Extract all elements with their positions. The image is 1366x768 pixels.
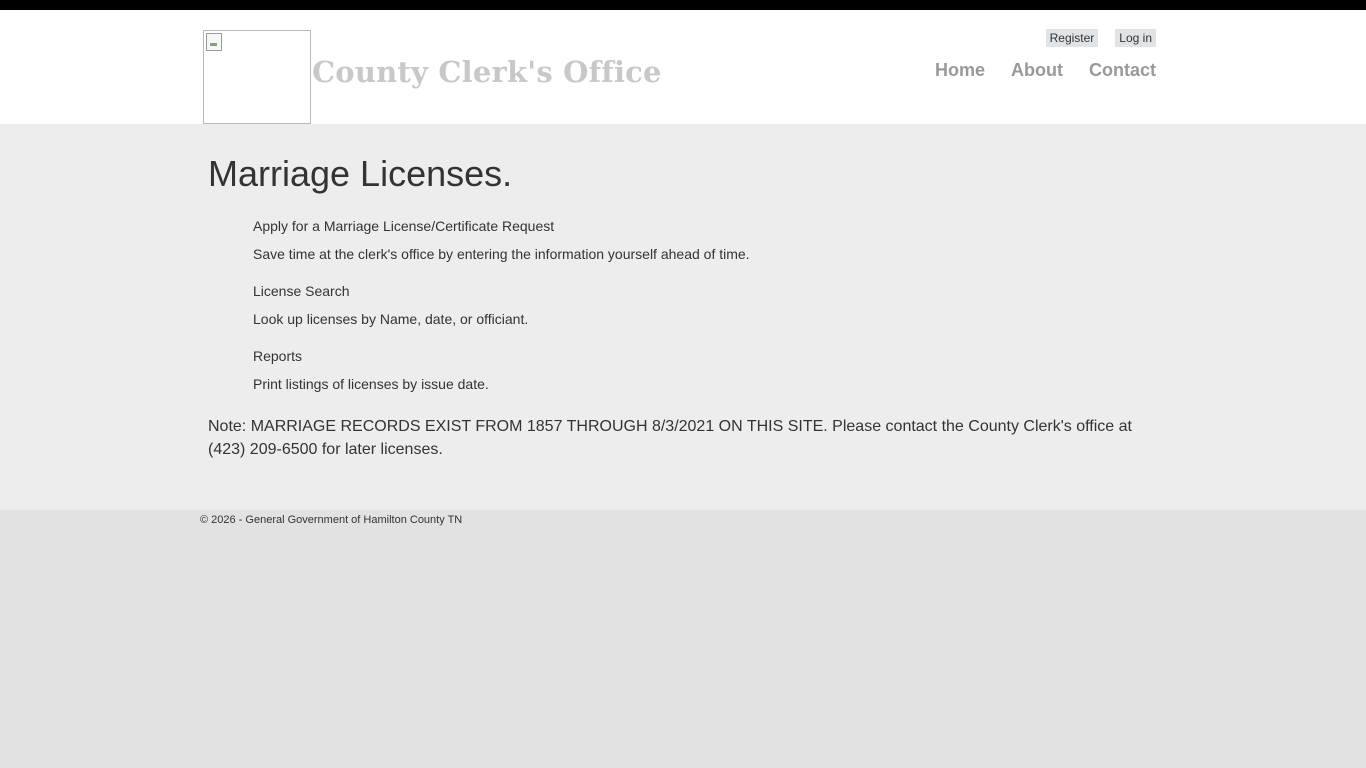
site-title[interactable]: County Clerk's Office (312, 55, 662, 89)
site-footer: © 2026 - General Government of Hamilton … (0, 510, 1366, 526)
main-content: Marriage Licenses. Apply for a Marriage … (0, 124, 1366, 510)
license-search-link[interactable]: License Search (253, 283, 1148, 300)
login-links: Register Log in (1045, 29, 1156, 47)
content-container: Marriage Licenses. Apply for a Marriage … (208, 124, 1148, 461)
nav-contact[interactable]: Contact (1089, 60, 1156, 81)
nav-about[interactable]: About (1011, 60, 1063, 81)
list-item: Reports Print listings of licenses by is… (253, 348, 1148, 393)
apply-license-description: Save time at the clerk's office by enter… (253, 246, 750, 262)
page-title: Marriage Licenses. (208, 153, 513, 194)
apply-license-link[interactable]: Apply for a Marriage License/Certificate… (253, 218, 1148, 235)
login-link[interactable]: Log in (1115, 29, 1156, 47)
reports-link[interactable]: Reports (253, 348, 1148, 365)
copyright-text: © 2026 - General Government of Hamilton … (200, 514, 463, 526)
broken-image-icon (206, 33, 222, 51)
list-item: License Search Look up licenses by Name,… (253, 283, 1148, 328)
reports-description: Print listings of licenses by issue date… (253, 376, 489, 392)
top-strip (0, 0, 1366, 10)
license-search-description: Look up licenses by Name, date, or offic… (253, 311, 529, 327)
nav-home[interactable]: Home (935, 60, 985, 81)
marriage-options-list: Apply for a Marriage License/Certificate… (208, 218, 1148, 393)
site-logo-broken-image[interactable] (203, 30, 311, 124)
header-container: County Clerk's Office Register Log in Ho… (203, 10, 1163, 124)
footer-container: © 2026 - General Government of Hamilton … (200, 510, 1160, 526)
main-nav: Home About Contact (935, 60, 1156, 81)
register-link[interactable]: Register (1045, 29, 1099, 47)
list-item: Apply for a Marriage License/Certificate… (253, 218, 1148, 263)
records-note: Note: MARRIAGE RECORDS EXIST FROM 1857 T… (208, 418, 1132, 458)
site-header: County Clerk's Office Register Log in Ho… (0, 10, 1366, 124)
